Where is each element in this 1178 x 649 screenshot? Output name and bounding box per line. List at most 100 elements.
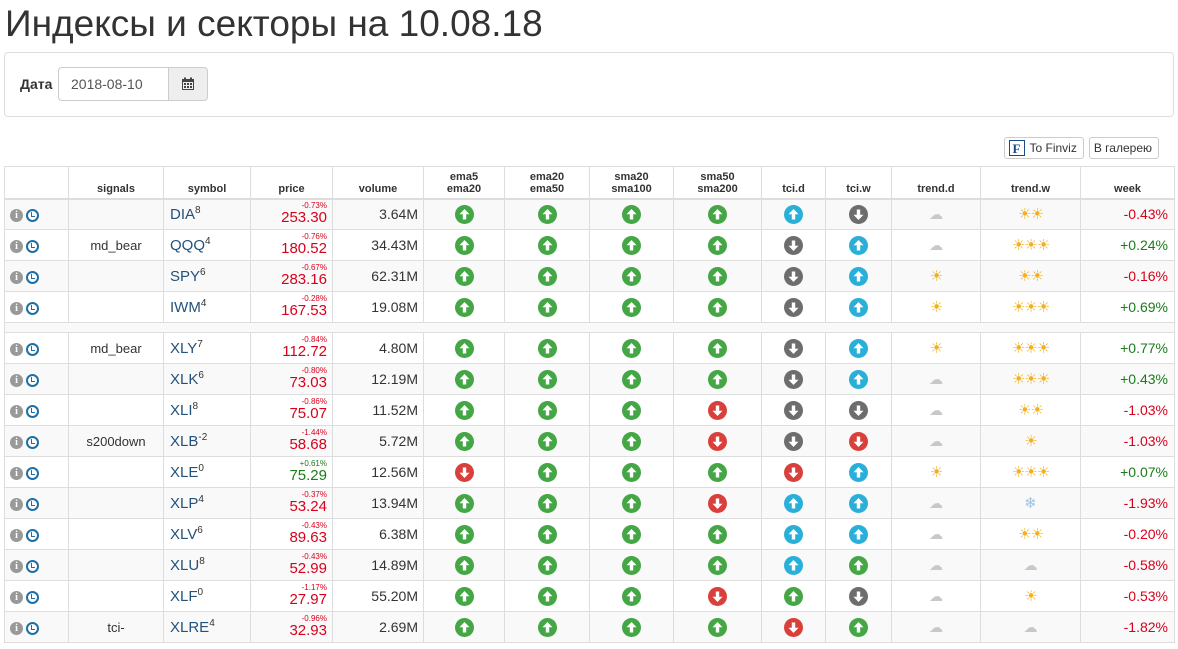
symbol-link[interactable]: XLU8 [170,556,205,574]
symbol-link[interactable]: DIA8 [170,205,201,223]
symbol-link[interactable]: XLRE4 [170,618,215,636]
tci-w-cell [825,229,892,261]
clock-icon[interactable] [26,466,39,480]
clock-icon[interactable] [26,373,39,387]
symbol-link[interactable]: XLI8 [170,401,199,419]
signals-cell [68,363,164,395]
col-volume[interactable]: volume [332,166,424,200]
clock-icon[interactable] [26,209,39,223]
symbol-link[interactable]: XLV6 [170,525,203,543]
arrow-up-icon [454,524,474,544]
price-value: 167.53 [281,302,327,319]
clock-icon[interactable] [26,497,39,511]
symbol-link[interactable]: QQQ4 [170,236,211,254]
info-icon[interactable] [10,528,23,542]
symbol-link[interactable]: SPY6 [170,267,206,285]
price-value: 283.16 [281,271,327,288]
info-icon[interactable] [10,404,23,418]
tci-w-cell [825,291,892,323]
info-icon[interactable] [10,621,23,635]
arrow-down-icon [708,431,727,451]
trend-w-cell: ☀ [980,425,1081,457]
to-finviz-button[interactable]: F To Finviz [1003,137,1084,159]
clock-icon[interactable] [26,239,39,253]
clock-icon[interactable] [26,528,39,542]
info-icon[interactable] [10,342,23,356]
clock-icon[interactable] [26,404,39,418]
col-ema20-ema50[interactable]: ema20 ema50 [504,166,590,200]
price-cell: -0.28% 167.53 [250,291,333,323]
calendar-button[interactable] [168,67,208,101]
week-cell: -0.20% [1080,518,1175,550]
symbol-rank: 8 [192,401,199,412]
col-signals[interactable]: signals [68,166,164,200]
col-week[interactable]: week [1080,166,1175,200]
row-actions [4,518,69,550]
info-icon[interactable] [10,270,23,284]
clock-icon[interactable] [26,621,39,635]
snowflake-icon: ❄ [1024,495,1037,512]
tci-d-cell [761,229,826,261]
to-gallery-button[interactable]: В галерею [1088,137,1159,159]
sma20-sma100-cell [589,394,674,426]
row-actions [4,229,69,261]
arrow-down-icon [849,431,868,451]
clock-icon[interactable] [26,342,39,356]
ema20-ema50-cell [504,425,590,457]
info-icon[interactable] [10,590,23,604]
col-symbol[interactable]: symbol [163,166,251,200]
date-input[interactable] [58,67,168,101]
symbol-cell: QQQ4 [163,229,251,261]
symbol-link[interactable]: XLF0 [170,587,203,605]
arrow-up-icon [454,338,474,358]
arrow-up-icon [708,204,727,224]
symbol-link[interactable]: IWM4 [170,298,206,316]
row-actions [4,332,69,364]
tci-d-cell [761,580,826,612]
info-icon[interactable] [10,559,23,573]
info-icon[interactable] [10,301,23,315]
table-row: XLF0 -1.17%27.9755.20M ☁ ☀ -0.53% [4,580,1175,612]
col-tci-w[interactable]: tci.w [825,166,892,200]
sma20-sma100-cell [589,332,674,364]
symbol-link[interactable]: XLY7 [170,339,203,357]
col-sma20-sma100[interactable]: sma20 sma100 [589,166,674,200]
arrow-up-icon [708,524,727,544]
info-icon[interactable] [10,466,23,480]
row-actions [4,363,69,395]
symbol-link[interactable]: XLP4 [170,494,204,512]
clock-icon[interactable] [26,590,39,604]
symbol-link[interactable]: XLK6 [170,370,204,388]
clock-icon[interactable] [26,435,39,449]
arrow-up-icon [849,235,868,255]
table-row: XLV6 -0.43%89.636.38M ☁ ☀☀ -0.20% [4,518,1175,550]
arrow-up-icon [708,462,727,482]
clock-icon[interactable] [26,559,39,573]
arrow-up-icon [849,493,868,513]
info-icon[interactable] [10,497,23,511]
ema20-ema50-cell [504,332,590,364]
clock-icon[interactable] [26,301,39,315]
clock-icon[interactable] [26,270,39,284]
col-trend-w[interactable]: trend.w [980,166,1081,200]
tci-d-cell [761,456,826,488]
symbol-link[interactable]: XLE0 [170,463,204,481]
table-row: XLP4 -0.37%53.2413.94M ☁ ❄ -1.93% [4,487,1175,519]
tci-d-cell [761,291,826,323]
ema20-ema50-cell [504,611,590,643]
cloud-icon: ☁ [929,401,943,418]
col-price[interactable]: price [250,166,333,200]
info-icon[interactable] [10,209,23,223]
info-icon[interactable] [10,435,23,449]
info-icon[interactable] [10,239,23,253]
col-tci-d[interactable]: tci.d [761,166,826,200]
col-sma50-sma200[interactable]: sma50 sma200 [673,166,762,200]
col-trend-d[interactable]: trend.d [891,166,981,200]
trend-w-cell: ☀☀ [980,518,1081,550]
col-ema5-ema20[interactable]: ema5 ema20 [423,166,505,200]
info-icon[interactable] [10,373,23,387]
arrow-up-icon [454,617,474,637]
arrow-up-icon [454,400,474,420]
symbol-link[interactable]: XLB-2 [170,432,207,450]
week-cell: -0.43% [1080,198,1175,230]
